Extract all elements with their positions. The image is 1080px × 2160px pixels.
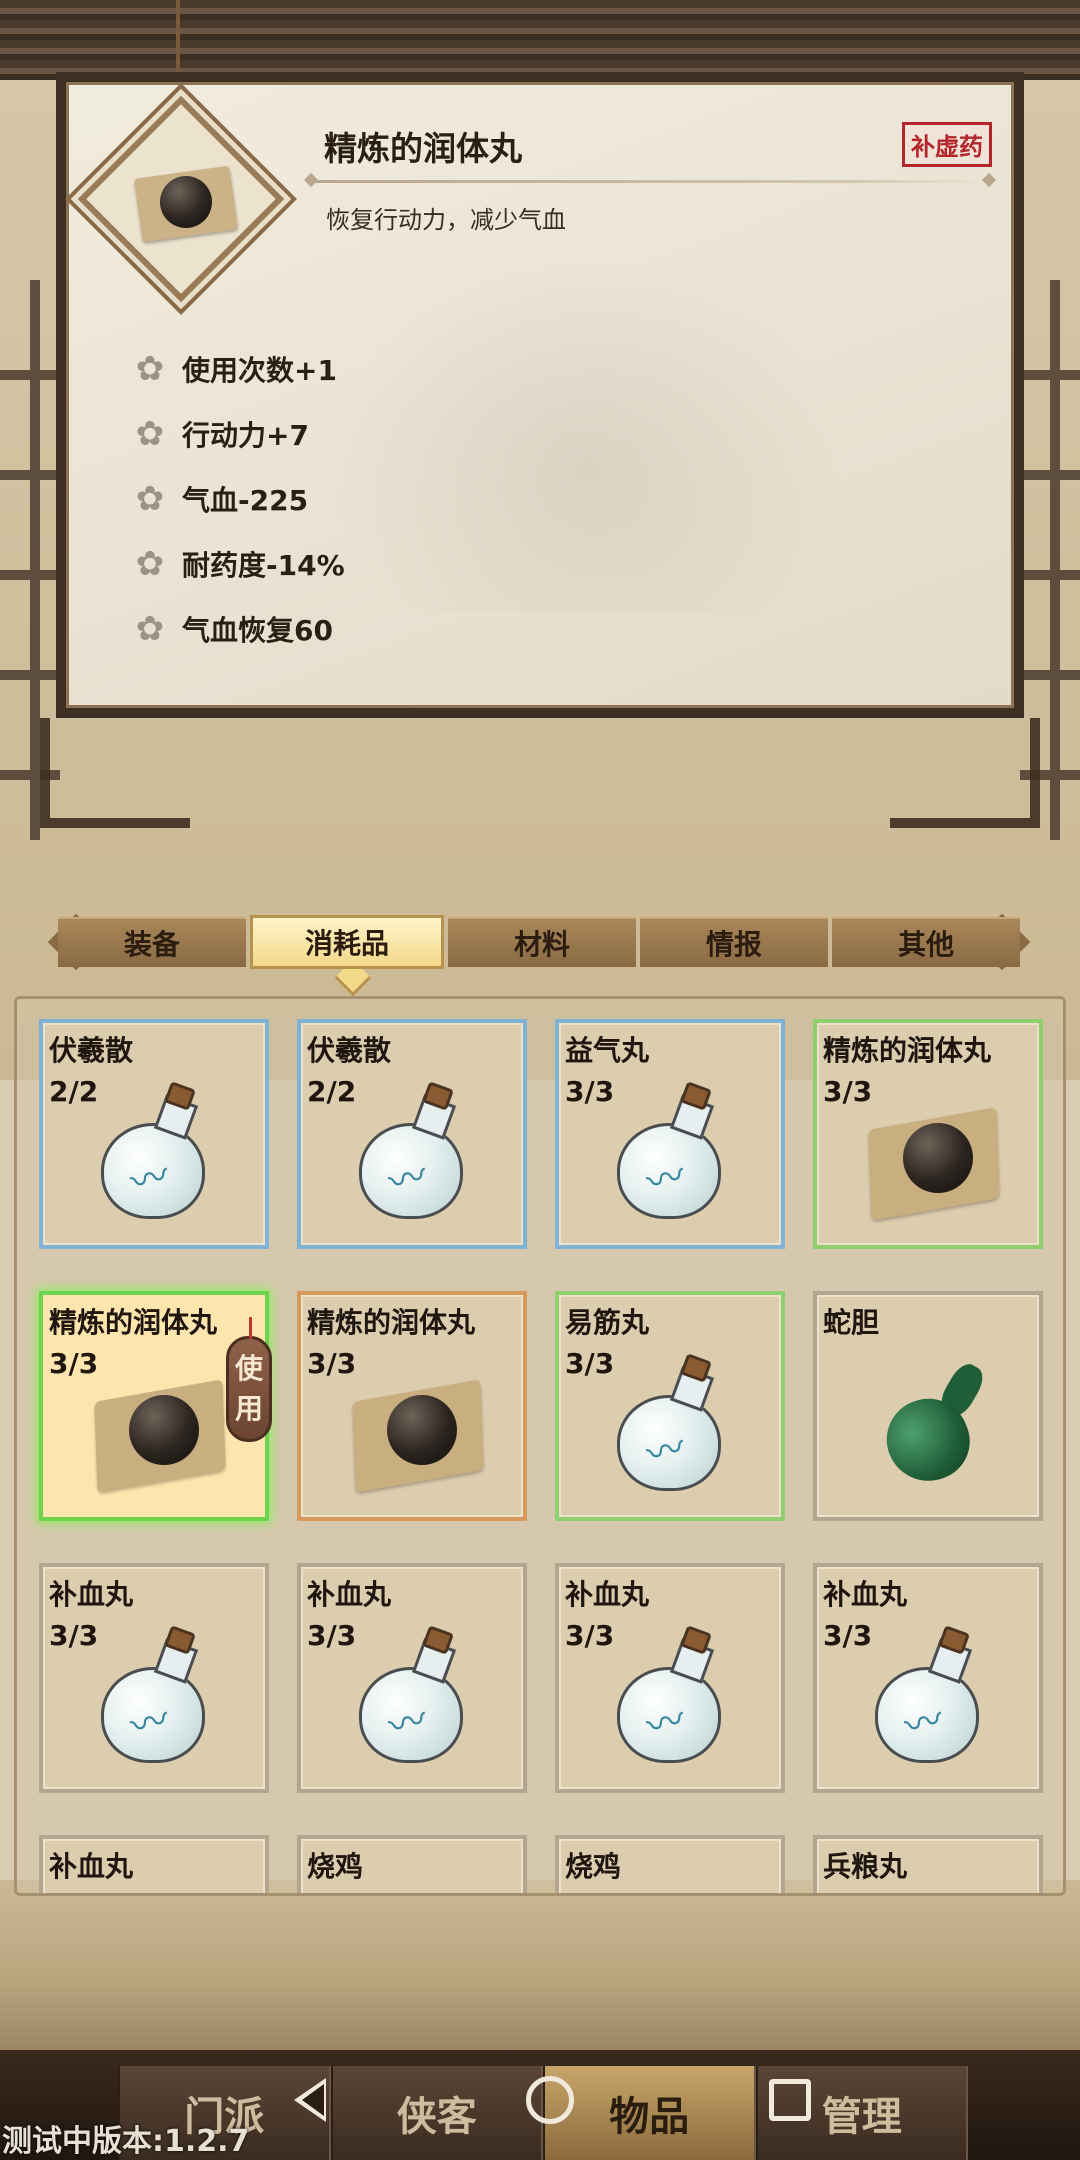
inventory-slot[interactable]: 补血丸 3/3	[555, 1563, 785, 1793]
stat-text: 耐药度-14%	[182, 548, 345, 582]
inventory-slot[interactable]: 伏羲散 2/2	[39, 1019, 269, 1249]
stat-row: ✿ 行动力+7	[132, 401, 345, 466]
flower-icon: ✿	[135, 543, 165, 584]
inventory-slot[interactable]: 精炼的润体丸 3/3	[297, 1291, 527, 1521]
inventory-slot[interactable]: 益气丸 3/3	[555, 1019, 785, 1249]
tab-equipment[interactable]: 装备	[58, 917, 246, 967]
title-divider	[310, 180, 990, 183]
stat-row: ✿ 气血恢复60	[132, 596, 345, 661]
tab-materials[interactable]: 材料	[448, 917, 636, 967]
back-icon	[294, 2078, 326, 2122]
item-count: 3/3	[307, 1347, 357, 1380]
item-name: 烧鸡	[565, 1850, 622, 1883]
inventory-panel: 伏羲散2/2伏羲散2/2益气丸3/3精炼的润体丸3/3精炼的润体丸3/3精炼的润…	[14, 996, 1066, 1896]
panel-frame-right	[890, 718, 1040, 828]
system-back-button[interactable]	[280, 2070, 340, 2130]
system-nav-buttons	[280, 2070, 820, 2130]
inventory-slot[interactable]: 蛇胆	[813, 1291, 1043, 1521]
item-name: 精炼的润体丸	[307, 1306, 476, 1339]
inventory-slot[interactable]: 补血丸	[39, 1835, 269, 1893]
item-count: 2/2	[307, 1075, 357, 1108]
item-name: 兵粮丸	[823, 1850, 908, 1883]
inventory-slot[interactable]: 烧鸡	[297, 1835, 527, 1893]
stat-text: 使用次数+1	[182, 353, 337, 387]
inventory-slot[interactable]: 易筋丸 3/3	[555, 1291, 785, 1521]
category-tab-bar: 装备 消耗品 材料 情报 其他	[58, 914, 1020, 970]
recents-icon	[769, 2079, 811, 2121]
bottle-icon	[93, 1625, 213, 1767]
inventory-slot[interactable]: 精炼的润体丸 3/3	[813, 1019, 1043, 1249]
use-label-2: 用	[234, 1392, 263, 1425]
top-beam-decoration	[0, 0, 1080, 80]
stat-row: ✿ 耐药度-14%	[132, 531, 345, 596]
inventory-slot[interactable]: 伏羲散 2/2	[297, 1019, 527, 1249]
item-count: 3/3	[49, 1619, 99, 1652]
bottle-icon	[351, 1081, 471, 1223]
item-name: 补血丸	[49, 1850, 134, 1883]
bottom-scene-background	[0, 1880, 1080, 2050]
bottle-icon	[609, 1625, 729, 1767]
item-title: 精炼的润体丸	[324, 129, 522, 168]
panel-frame-left	[40, 718, 190, 828]
item-emblem	[77, 95, 285, 303]
item-name: 精炼的润体丸	[823, 1034, 992, 1067]
flower-icon: ✿	[135, 348, 165, 389]
pill-icon	[87, 1375, 237, 1495]
bottle-icon	[867, 1625, 987, 1767]
use-label-1: 使	[234, 1352, 263, 1385]
tab-consumables[interactable]: 消耗品	[250, 915, 444, 969]
gourd-icon	[875, 1355, 997, 1495]
tab-other[interactable]: 其他	[832, 917, 1020, 967]
pill-icon	[160, 176, 212, 228]
tab-intel[interactable]: 情报	[640, 917, 828, 967]
flower-icon: ✿	[135, 608, 165, 649]
system-recents-button[interactable]	[760, 2070, 820, 2130]
pill-icon	[861, 1103, 1011, 1223]
item-name: 益气丸	[565, 1034, 650, 1067]
use-button[interactable]: 使 用	[226, 1317, 272, 1442]
bottle-icon	[351, 1625, 471, 1767]
stat-text: 气血-225	[182, 483, 309, 517]
item-name: 易筋丸	[565, 1306, 650, 1339]
version-label: 测试中版本:1.2.7	[2, 2124, 250, 2159]
stat-text: 行动力+7	[182, 418, 309, 452]
flower-icon: ✿	[135, 478, 165, 519]
item-count: 2/2	[49, 1075, 99, 1108]
item-name: 补血丸	[49, 1578, 134, 1611]
inventory-slot[interactable]: 补血丸 3/3	[39, 1563, 269, 1793]
item-count: 3/3	[565, 1619, 615, 1652]
item-count: 3/3	[823, 1619, 873, 1652]
item-count: 3/3	[565, 1075, 615, 1108]
system-home-button[interactable]	[520, 2070, 580, 2130]
item-name: 补血丸	[307, 1578, 392, 1611]
item-count: 3/3	[49, 1347, 99, 1380]
flower-icon: ✿	[135, 413, 165, 454]
item-name: 伏羲散	[49, 1034, 134, 1067]
stat-text: 气血恢复60	[182, 613, 333, 647]
item-name: 蛇胆	[823, 1306, 880, 1339]
item-count: 3/3	[307, 1619, 357, 1652]
item-name: 补血丸	[565, 1578, 650, 1611]
inventory-grid: 伏羲散2/2伏羲散2/2益气丸3/3精炼的润体丸3/3精炼的润体丸3/3精炼的润…	[39, 1019, 1043, 1893]
item-count: 3/3	[565, 1347, 615, 1380]
stat-list: ✿ 使用次数+1 ✿ 行动力+7 ✿ 气血-225 ✿ 耐药度-14% ✿ 气血恢复60	[132, 336, 345, 661]
bottle-icon	[609, 1353, 729, 1495]
item-name: 精炼的润体丸	[49, 1306, 218, 1339]
inventory-slot[interactable]: 烧鸡	[555, 1835, 785, 1893]
inventory-slot[interactable]: 补血丸 3/3	[297, 1563, 527, 1793]
item-count: 3/3	[823, 1075, 873, 1108]
bottle-icon	[609, 1081, 729, 1223]
item-name: 烧鸡	[307, 1850, 364, 1883]
item-name: 伏羲散	[307, 1034, 392, 1067]
bottle-icon	[93, 1081, 213, 1223]
inventory-slot[interactable]: 兵粮丸	[813, 1835, 1043, 1893]
inventory-slot[interactable]: 补血丸 3/3	[813, 1563, 1043, 1793]
item-name: 补血丸	[823, 1578, 908, 1611]
item-category-badge: 补虚药	[902, 122, 992, 167]
stat-row: ✿ 气血-225	[132, 466, 345, 531]
stat-row: ✿ 使用次数+1	[132, 336, 345, 401]
pill-icon	[345, 1375, 495, 1495]
item-description: 恢复行动力，减少气血	[326, 206, 566, 234]
home-icon	[526, 2076, 574, 2124]
